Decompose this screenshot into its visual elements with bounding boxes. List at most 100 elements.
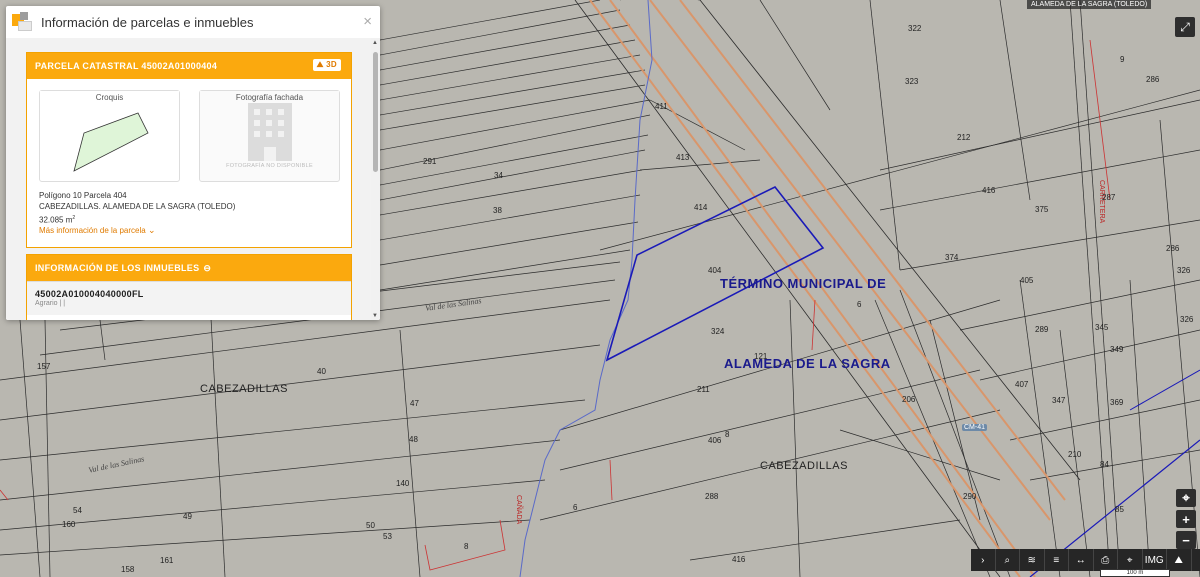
buildings-card-header[interactable]: INFORMACIÓN DE LOS INMUEBLES ⊖ [27,255,351,281]
parcel-header-text: PARCELA CATASTRAL 45002A01000404 [35,61,218,71]
croquis-thumbnail[interactable]: Croquis [39,90,180,182]
expand-toolbar-button[interactable]: › [971,549,996,571]
parcel-number: 157 [37,362,51,371]
parcel-number: 38 [493,206,502,215]
parcel-number: 347 [1052,396,1066,405]
fullscreen-button[interactable]: ⤢ [1175,17,1195,37]
parcel-number: 9 [1120,55,1125,64]
municipality-label-line2: ALAMEDA DE LA SAGRA [724,356,891,371]
parcel-number: 349 [1110,345,1124,354]
parcel-number: 323 [905,77,919,86]
view-3d-button[interactable]: ⛰ 3D [312,59,341,71]
parcel-number: 324 [711,327,725,336]
parcel-number: 158 [121,565,135,574]
parcel-number: 85 [1115,505,1124,514]
close-button[interactable]: × [363,13,372,30]
parcel-number: 407 [1015,380,1029,389]
building-row[interactable]: 45002A010004040000FL Agrario | | [27,281,351,315]
parcel-number: 212 [957,133,971,142]
layers-button[interactable]: ≋ [1020,549,1045,571]
expand-icon: ⤢ [1180,19,1190,34]
parcel-number: 287 [1102,193,1116,202]
search-icon: ⌕ [1004,554,1011,566]
chevron-right-icon: › [981,554,985,566]
panel-body[interactable]: PARCELA CATASTRAL 45002A01000404 ⛰ 3D Cr… [6,38,371,320]
layers-alt-button[interactable]: ≡ [1045,549,1069,571]
scroll-down-icon[interactable]: ▼ [372,313,378,319]
parcel-number: 369 [1110,398,1124,407]
pin-icon: ⌖ [1126,554,1133,566]
ruler-icon: ↔ [1075,554,1086,566]
measure-button[interactable]: ↔ [1069,549,1094,571]
building-use: Agrario | | [35,300,66,307]
photo-unavailable-text: FOTOGRAFÍA NO DISPONIBLE [226,163,313,169]
place-label: CABEZADILLAS [200,383,288,395]
road-shield: CM-41 [962,424,988,431]
parcel-number: 160 [62,520,76,529]
coordinates-button[interactable]: ⌖ [1118,549,1143,571]
more-parcel-info-link[interactable]: Más información de la parcela ⌄ [39,225,156,236]
parcel-address-line: CABEZADILLAS. ALAMEDA DE LA SAGRA (TOLED… [39,202,236,211]
parcel-number: 345 [1095,323,1109,332]
panel-scrollbar[interactable]: ▲ ▼ [371,38,380,320]
building-reference: 45002A010004040000FL [35,289,144,299]
panel-title: Información de parcelas e inmuebles [41,14,254,30]
parcel-number: 326 [1177,266,1191,275]
parcel-number: 8 [464,542,469,551]
img-button[interactable]: IMG [1143,549,1167,571]
parcel-number: 374 [945,253,959,262]
facade-photo-placeholder: Fotografía fachada FOTOGRAFÍA NO DISPONI… [199,90,340,182]
stack-icon: ≡ [1053,554,1060,566]
parcel-number: 6 [573,503,578,512]
parcel-number: 289 [1035,325,1049,334]
parcel-number: 404 [708,266,722,275]
print-icon: ⎙ [1101,554,1110,566]
parcel-number: 121 [754,352,768,361]
parcel-number: 411 [655,102,668,111]
parcel-number: 6 [857,300,862,309]
parcel-number: 206 [902,395,916,404]
globe-button[interactable]: ● [1192,549,1200,571]
parcel-number: 210 [1068,450,1082,459]
collapse-icon: ⊖ [203,262,212,273]
parcel-info-panel: Información de parcelas e inmuebles × PA… [6,6,380,320]
parcel-number: 53 [383,532,392,541]
scale-bar: 100 m [1100,569,1170,577]
parcel-number: 291 [423,157,437,166]
buildings-card: INFORMACIÓN DE LOS INMUEBLES ⊖ 45002A010… [26,254,352,320]
parcel-number: 34 [494,171,503,180]
zoom-in-button[interactable]: + [1176,510,1196,528]
zoom-out-button[interactable]: − [1176,531,1196,549]
building-icon [248,103,292,161]
parcel-number: 288 [705,492,719,501]
scroll-thumb[interactable] [373,52,378,172]
zoom-controls: ⌖ + − [1176,489,1196,552]
panel-header: Información de parcelas e inmuebles × [6,6,380,38]
img-text-icon: IMG [1144,554,1164,566]
print-button[interactable]: ⎙ [1094,549,1118,571]
parcel-number: 211 [697,385,710,394]
parcel-number: 8 [725,430,730,439]
3d-icon: ⛰ [316,60,327,69]
parcel-number: 48 [409,435,418,444]
parcel-number: 40 [317,367,326,376]
croquis-sketch [73,112,149,172]
scroll-up-icon[interactable]: ▲ [372,40,378,46]
locate-button[interactable]: ⌖ [1176,489,1196,507]
parcel-number: 49 [183,512,192,521]
buildings-header-text: INFORMACIÓN DE LOS INMUEBLES [35,263,200,273]
parcel-number: 84 [1100,460,1109,469]
parcel-number: 405 [1020,276,1034,285]
3d-icon: ⛰ [1174,554,1183,566]
target-icon: ⌖ [1182,490,1190,505]
parcel-number: 414 [694,203,708,212]
layers-icon: ≋ [1027,554,1036,566]
parcel-location-line: Polígono 10 Parcela 404 [39,191,127,200]
search-button[interactable]: ⌕ [996,549,1020,571]
road-label: CAÑADA [515,495,522,525]
municipality-label-line1: TÉRMINO MUNICIPAL DE [720,276,887,291]
3d-button[interactable]: ⛰ [1167,549,1192,571]
parcel-number: 161 [160,556,174,565]
parcel-card: PARCELA CATASTRAL 45002A01000404 ⛰ 3D Cr… [26,52,352,248]
parcel-number: 416 [982,186,996,195]
